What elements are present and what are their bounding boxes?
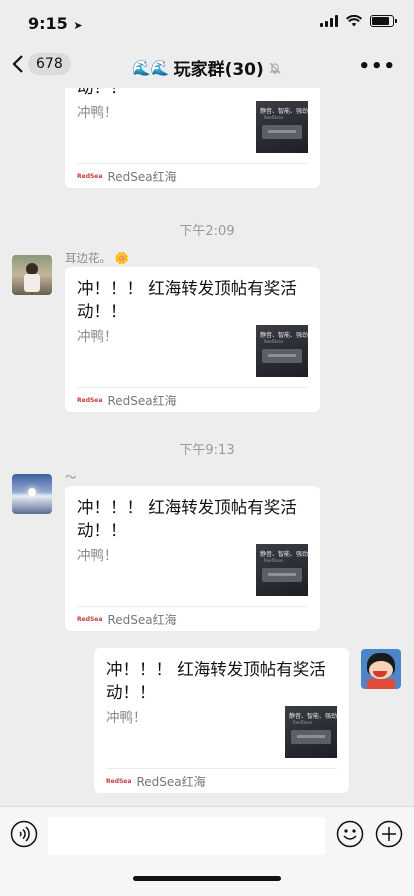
sender-name: 耳边花。 🌼 bbox=[65, 251, 129, 265]
card-source: RedSea RedSea红海 bbox=[77, 163, 308, 188]
more-icon[interactable]: ••• bbox=[358, 56, 396, 77]
card-source: RedSea RedSea红海 bbox=[77, 387, 308, 412]
link-card[interactable]: 冲！！！ 红海转发顶帖有奖活动！！ 冲鸭！ 静音、智能、强劲 ReefDose R… bbox=[65, 267, 320, 412]
signal-icon bbox=[320, 15, 338, 27]
redsea-logo-icon: RedSea bbox=[77, 172, 103, 180]
home-indicator[interactable] bbox=[133, 876, 281, 881]
card-source: RedSea RedSea红海 bbox=[77, 606, 308, 631]
input-bar bbox=[0, 806, 414, 896]
card-title: 冲！！！ 红海转发顶帖有奖活动！！ bbox=[106, 660, 326, 702]
card-thumbnail: 静音、智能、强劲 ReefDose bbox=[256, 325, 308, 377]
redsea-logo-icon: RedSea bbox=[77, 615, 103, 623]
emoji-icon[interactable] bbox=[336, 820, 364, 848]
self-avatar[interactable] bbox=[361, 649, 401, 689]
nav-bar: 678 🌊🌊 玩家群(30) ••• bbox=[0, 44, 414, 88]
group-emoji-icon: 🌊🌊 bbox=[132, 58, 170, 77]
card-thumbnail: 静音、智能、强劲 ReefDose bbox=[256, 544, 308, 596]
redsea-logo-icon: RedSea bbox=[77, 396, 103, 404]
timestamp: 下午9:13 bbox=[179, 443, 235, 458]
card-title: 冲！！！ 红海转发顶帖有奖活动！！ bbox=[77, 279, 297, 321]
link-card[interactable]: 冲！！！ 红海转发顶帖有奖活动！！ 冲鸭！ 静音、智能、强劲 ReefDose R… bbox=[94, 648, 349, 793]
status-bar: 9:15 ➤ bbox=[0, 0, 414, 44]
status-time: 9:15 ➤ bbox=[28, 14, 83, 33]
location-arrow-icon: ➤ bbox=[73, 19, 83, 32]
card-source: RedSea RedSea红海 bbox=[106, 768, 337, 793]
bell-off-icon bbox=[269, 62, 281, 74]
card-thumbnail: 静音、智能、强劲 ReefDose bbox=[285, 706, 337, 758]
message-input[interactable] bbox=[48, 817, 325, 855]
avatar[interactable] bbox=[12, 255, 52, 295]
avatar[interactable] bbox=[12, 474, 52, 514]
wifi-icon bbox=[346, 15, 362, 27]
link-card[interactable]: 动！！ 冲鸭！ 静音、智能、强劲ReefDose RedSeaRedSea红海 bbox=[65, 88, 320, 188]
battery-icon bbox=[370, 15, 397, 27]
card-title: 冲！！！ 红海转发顶帖有奖活动！！ bbox=[77, 498, 297, 540]
link-card[interactable]: 冲！！！ 红海转发顶帖有奖活动！！ 冲鸭！ 静音、智能、强劲 ReefDose R… bbox=[65, 486, 320, 631]
sender-name: ～ bbox=[65, 470, 77, 484]
redsea-logo-icon: RedSea bbox=[106, 777, 132, 785]
card-thumbnail: 静音、智能、强劲 ReefDose bbox=[256, 101, 308, 153]
chat-title[interactable]: 🌊🌊 玩家群(30) bbox=[0, 55, 414, 80]
chat-area[interactable]: 动！！ 冲鸭！ 静音、智能、强劲ReefDose RedSeaRedSea红海 … bbox=[0, 88, 414, 806]
voice-icon[interactable] bbox=[10, 820, 38, 848]
plus-icon[interactable] bbox=[375, 820, 403, 848]
card-title: 动！！ bbox=[77, 88, 308, 99]
timestamp: 下午2:09 bbox=[179, 224, 235, 239]
